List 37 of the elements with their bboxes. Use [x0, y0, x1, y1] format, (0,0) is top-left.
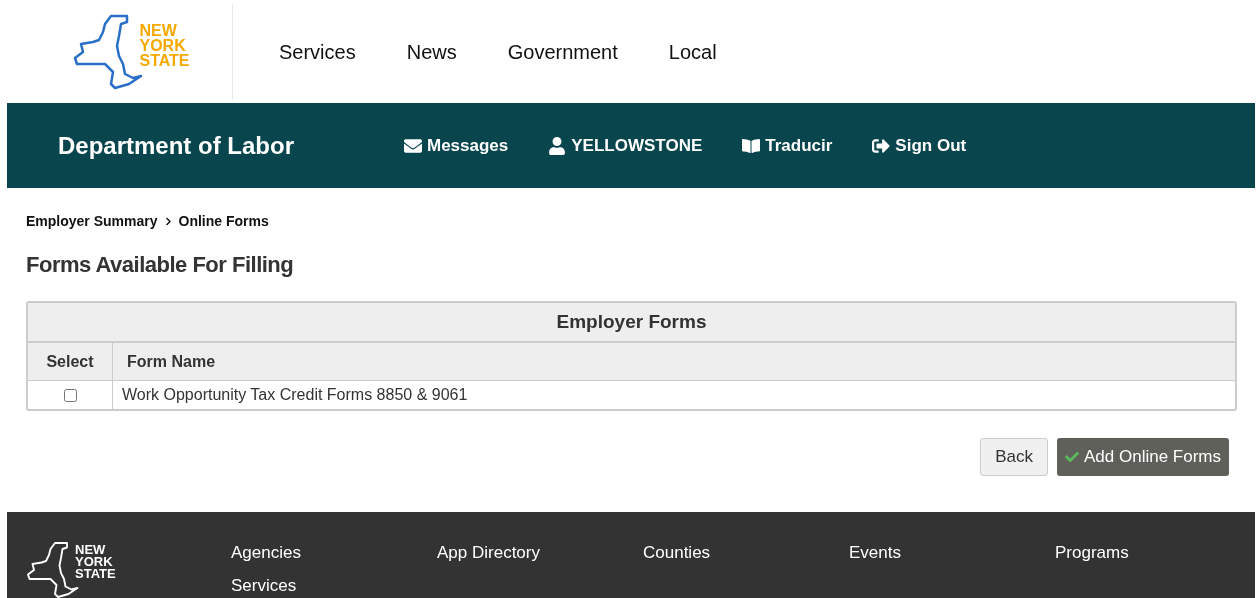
footer-logo-text: STATE [75, 568, 116, 580]
nav-link[interactable]: Services [279, 36, 356, 67]
book-icon [742, 136, 761, 155]
back-button[interactable]: Back [980, 438, 1048, 476]
person-icon [548, 136, 567, 155]
nav-link[interactable]: Local [668, 36, 717, 67]
add-forms-button[interactable]: Add Online Forms [1057, 438, 1229, 476]
logo-text: STATE [139, 53, 190, 68]
footer-link[interactable]: Programs [1055, 542, 1235, 563]
row-checkbox[interactable] [63, 388, 77, 402]
header-link[interactable]: YELLOWSTONE [548, 132, 703, 159]
table-title: Employer Forms [28, 303, 1235, 343]
header-link[interactable]: Messages [404, 132, 509, 159]
table-cell-text: Work Opportunity Tax Credit Forms 8850 & 9061 [121, 385, 469, 405]
chevron-icon [163, 217, 173, 226]
footer-link[interactable]: App Directory [437, 542, 617, 563]
footer-logo-text: YORK [75, 556, 114, 568]
nav-link[interactable]: News [406, 36, 457, 67]
header-link[interactable]: Sign Out [872, 132, 967, 159]
envelope-icon [404, 136, 422, 155]
column-header: Select [28, 343, 113, 380]
footer-link[interactable]: Counties [643, 542, 823, 563]
column-header: Form Name [126, 351, 217, 372]
sign-out-icon [872, 136, 891, 155]
footer-logo-text: NEW [75, 544, 107, 556]
page-heading: Forms Available For Filling [26, 251, 295, 279]
logo-text: NEW [139, 23, 178, 38]
nav-link[interactable]: Government [507, 36, 618, 67]
logo-text: YORK [139, 38, 187, 53]
footer-link[interactable]: Agencies [231, 542, 411, 563]
header-link[interactable]: Traducir [742, 132, 833, 159]
footer-link[interactable]: Events [849, 542, 1029, 563]
breadcrumb-current: Online Forms [178, 212, 269, 231]
check-icon [1065, 450, 1079, 464]
department-title: Department of Labor [58, 130, 295, 161]
footer-link[interactable]: Services [231, 575, 411, 596]
breadcrumb-link[interactable]: Employer Summary [26, 211, 158, 232]
